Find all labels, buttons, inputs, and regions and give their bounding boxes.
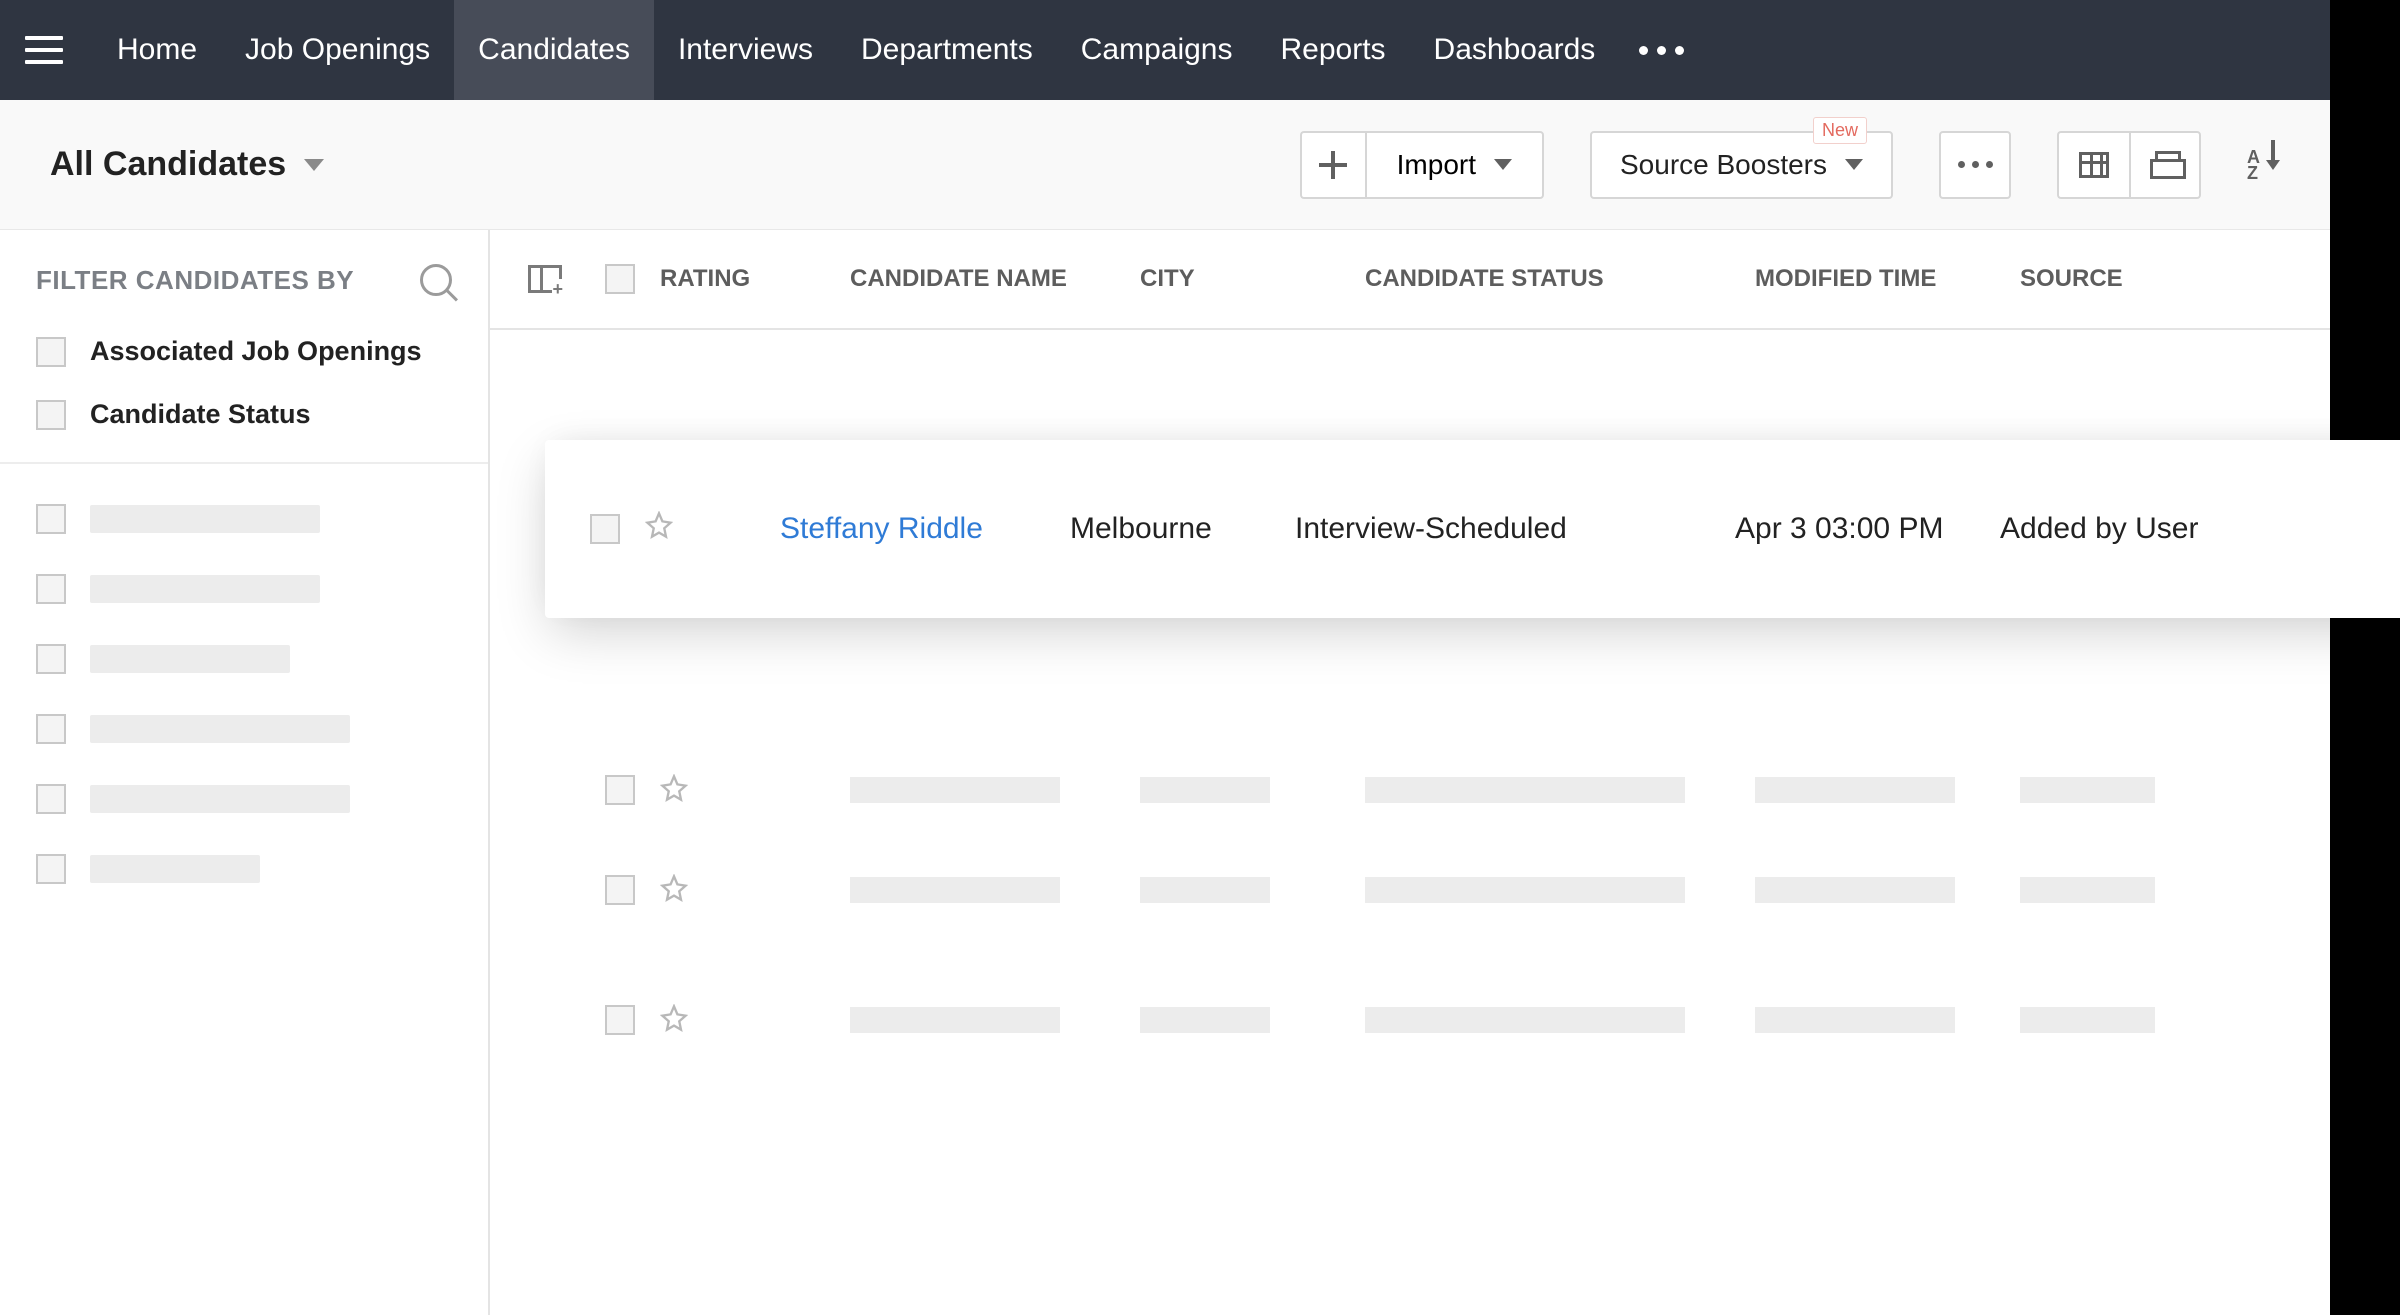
table-row[interactable]	[490, 970, 2330, 1070]
table-row[interactable]	[490, 740, 2330, 840]
checkbox[interactable]	[36, 400, 66, 430]
sidebar-skeleton-row	[36, 574, 452, 604]
row-checkbox[interactable]	[590, 514, 620, 544]
column-picker-icon[interactable]	[528, 265, 562, 293]
import-button[interactable]: Import	[1365, 131, 1544, 199]
select-all-checkbox[interactable]	[605, 264, 635, 294]
nav-interviews[interactable]: Interviews	[654, 0, 837, 100]
table-header: RATING CANDIDATE NAME CITY CANDIDATE STA…	[490, 230, 2330, 330]
top-nav: Home Job Openings Candidates Interviews …	[0, 0, 2330, 100]
right-black-strip	[2330, 0, 2400, 1315]
sort-az-button[interactable]: AZ	[2247, 149, 2280, 181]
col-header-status[interactable]: CANDIDATE STATUS	[1365, 265, 1755, 293]
filter-candidate-status[interactable]: Candidate Status	[36, 399, 452, 430]
nav-dashboards-label: Dashboards	[1434, 33, 1596, 67]
nav-home[interactable]: Home	[93, 0, 221, 100]
nav-candidates-label: Candidates	[478, 33, 630, 67]
source-boosters-label: Source Boosters	[1620, 149, 1827, 181]
nav-departments-label: Departments	[861, 33, 1033, 67]
chevron-down-icon	[1845, 159, 1863, 170]
table-icon	[2079, 152, 2109, 178]
nav-reports[interactable]: Reports	[1257, 0, 1410, 100]
nav-campaigns-label: Campaigns	[1081, 33, 1233, 67]
col-header-city[interactable]: CITY	[1140, 265, 1365, 293]
filter-header-label: FILTER CANDIDATES BY	[36, 265, 354, 296]
subheader: All Candidates Import New Source Booster…	[0, 100, 2330, 230]
col-header-rating[interactable]: RATING	[660, 265, 850, 293]
nav-interviews-label: Interviews	[678, 33, 813, 67]
plus-icon	[1319, 151, 1347, 179]
checkbox[interactable]	[36, 337, 66, 367]
view-selector[interactable]: All Candidates	[50, 145, 324, 184]
sidebar-skeleton-row	[36, 854, 452, 884]
candidate-status: Interview-Scheduled	[1295, 512, 1735, 546]
nav-reports-label: Reports	[1281, 33, 1386, 67]
filter-sidebar: FILTER CANDIDATES BY Associated Job Open…	[0, 230, 490, 1315]
filter-label: Candidate Status	[90, 399, 311, 430]
nav-candidates[interactable]: Candidates	[454, 0, 654, 100]
table-row[interactable]	[490, 840, 2330, 940]
more-actions-button[interactable]	[1939, 131, 2011, 199]
arrow-down-icon	[2266, 160, 2280, 170]
sidebar-skeleton-row	[36, 784, 452, 814]
new-badge: New	[1813, 117, 1867, 144]
row-checkbox[interactable]	[605, 775, 635, 805]
add-import-group: Import	[1300, 131, 1544, 199]
sidebar-skeleton-row	[36, 714, 452, 744]
col-header-source[interactable]: SOURCE	[2020, 265, 2220, 293]
view-title-label: All Candidates	[50, 145, 286, 184]
hamburger-icon[interactable]	[25, 36, 63, 64]
star-icon[interactable]	[660, 874, 688, 902]
nav-job-openings-label: Job Openings	[245, 33, 430, 67]
candidate-city: Melbourne	[1070, 512, 1295, 546]
import-label: Import	[1397, 149, 1476, 181]
ellipsis-icon	[1958, 161, 1993, 168]
star-icon[interactable]	[660, 774, 688, 802]
table-view-button[interactable]	[2057, 131, 2129, 199]
nav-campaigns[interactable]: Campaigns	[1057, 0, 1257, 100]
candidate-name-link[interactable]: Steffany Riddle	[780, 512, 1070, 546]
search-icon[interactable]	[420, 264, 452, 296]
nav-job-openings[interactable]: Job Openings	[221, 0, 454, 100]
row-checkbox[interactable]	[605, 1005, 635, 1035]
nav-dashboards[interactable]: Dashboards	[1410, 0, 1620, 100]
highlighted-candidate-row[interactable]: Steffany Riddle Melbourne Interview-Sche…	[545, 440, 2400, 618]
sidebar-skeleton-row	[36, 504, 452, 534]
star-icon[interactable]	[645, 511, 673, 539]
row-checkbox[interactable]	[605, 875, 635, 905]
candidate-modified: Apr 3 03:00 PM	[1735, 512, 2000, 546]
add-candidate-button[interactable]	[1300, 131, 1365, 199]
chevron-down-icon	[1494, 159, 1512, 170]
print-icon	[2150, 151, 2180, 179]
nav-more-icon[interactable]	[1639, 46, 1684, 55]
nav-home-label: Home	[117, 33, 197, 67]
nav-departments[interactable]: Departments	[837, 0, 1057, 100]
filter-label: Associated Job Openings	[90, 336, 422, 367]
candidates-table: RATING CANDIDATE NAME CITY CANDIDATE STA…	[490, 230, 2330, 1315]
col-header-modified[interactable]: MODIFIED TIME	[1755, 265, 2020, 293]
candidate-source: Added by User	[2000, 512, 2250, 546]
sidebar-skeleton-row	[36, 644, 452, 674]
star-icon[interactable]	[660, 1004, 688, 1032]
filter-associated-job-openings[interactable]: Associated Job Openings	[36, 336, 452, 367]
col-header-name[interactable]: CANDIDATE NAME	[850, 265, 1140, 293]
print-button[interactable]	[2129, 131, 2201, 199]
caret-down-icon	[304, 159, 324, 171]
